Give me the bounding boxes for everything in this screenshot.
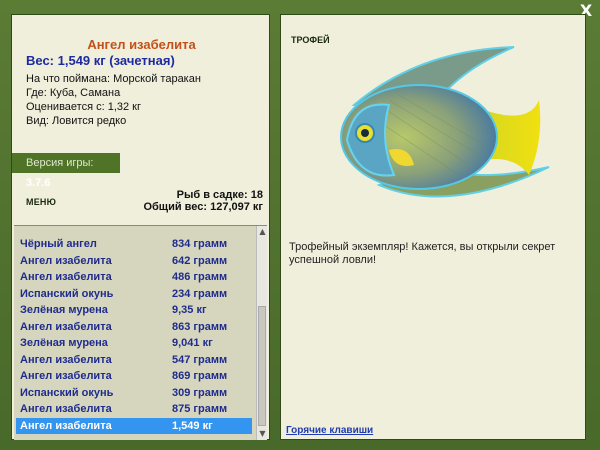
catch-row[interactable]: Ангел изабелита 875 грамм [16, 401, 252, 417]
fish-name: Ангел изабелита [87, 37, 196, 52]
catch-list: ▲ ▼ Чёрный ангел 834 грамм Ангел изабелита… [14, 225, 267, 440]
catch-fish-name: Зелёная мурена [20, 304, 108, 316]
hotkeys-link[interactable]: Горячие клавиши [286, 425, 373, 436]
catch-fish-name: Ангел изабелита [20, 353, 112, 366]
catch-fish-name: Ангел изабелита [20, 403, 112, 415]
arrow-down-icon[interactable]: ▼ [257, 428, 267, 440]
menu-label[interactable]: МЕНЮ [26, 197, 56, 207]
catch-row[interactable]: Ангел изабелита 547 грамм [16, 352, 252, 368]
version-label: Версия игры: [26, 157, 94, 169]
catch-fish-weight: 834 грамм [172, 238, 228, 250]
catch-fish-weight: 875 грамм [172, 403, 228, 415]
version-value: 3.7.6 [26, 177, 51, 189]
valued-info: Оценивается с: 1,32 кг [26, 101, 141, 113]
total-weight: Общий вес: 127,097 кг [143, 201, 263, 213]
catch-fish-weight: 234 грамм [172, 287, 228, 300]
scroll-thumb[interactable] [258, 306, 266, 426]
catch-fish-weight: 9,041 кг [172, 337, 213, 349]
list-scrollbar[interactable]: ▲ ▼ [256, 226, 267, 440]
trophy-panel: ТРОФЕЙ Трофейный экземпляр! Кажется, вы … [280, 14, 586, 440]
catch-row[interactable]: Зелёная мурена 9,35 кг [16, 302, 252, 318]
catch-fish-name: Испанский окунь [20, 287, 114, 300]
catch-row[interactable]: Испанский окунь 234 грамм [16, 286, 252, 302]
cage-stats: Рыб в садке: 18 Общий вес: 127,097 кг [143, 189, 263, 213]
arrow-up-icon[interactable]: ▲ [257, 226, 267, 238]
bait-info: На что поймана: Морской таракан [26, 73, 201, 85]
catch-fish-name: Ангел изабелита [20, 254, 112, 267]
catch-fish-weight: 1,549 кг [172, 419, 213, 432]
catch-fish-name: Зелёная мурена [20, 337, 108, 349]
catch-row[interactable]: Чёрный ангел 834 грамм [16, 236, 252, 252]
version-bar: Версия игры: 3.7.6 [12, 153, 120, 189]
fish-info-panel: Ангел изабелита Вес: 1,549 кг (зачетная)… [11, 14, 270, 440]
catch-row[interactable]: Ангел изабелита 869 грамм [16, 368, 252, 384]
location-info: Где: Куба, Самана [26, 87, 121, 99]
catch-fish-name: Ангел изабелита [20, 370, 112, 382]
catch-row[interactable]: Ангел изабелита 642 грамм [16, 253, 252, 269]
trophy-description: Трофейный экземпляр! Кажется, вы открыли… [289, 241, 556, 266]
fish-weight: Вес: 1,549 кг (зачетная) [26, 53, 175, 68]
catch-fish-weight: 486 грамм [172, 271, 228, 283]
catch-fish-weight: 863 грамм [172, 320, 228, 333]
catch-fish-name: Чёрный ангел [20, 238, 97, 250]
catch-row[interactable]: Ангел изабелита 1,549 кг [16, 417, 252, 434]
trophy-label: ТРОФЕЙ [291, 35, 330, 45]
fish-count: Рыб в садке: 18 [176, 189, 263, 201]
catch-row[interactable]: Ангел изабелита 486 грамм [16, 269, 252, 285]
catch-fish-weight: 547 грамм [172, 353, 228, 366]
catch-row[interactable]: Ангел изабелита 863 грамм [16, 319, 252, 335]
catch-fish-weight: 309 грамм [172, 386, 228, 399]
catch-row[interactable]: Испанский окунь 309 грамм [16, 385, 252, 401]
catch-fish-name: Ангел изабелита [20, 271, 112, 283]
catch-row[interactable]: Зелёная мурена 9,041 кг [16, 335, 252, 351]
catch-fish-name: Ангел изабелита [20, 419, 112, 432]
catch-fish-weight: 869 грамм [172, 370, 228, 382]
catch-fish-name: Испанский окунь [20, 386, 114, 399]
rarity-info: Вид: Ловится редко [26, 115, 127, 127]
catch-fish-weight: 642 грамм [172, 254, 228, 267]
catch-fish-weight: 9,35 кг [172, 304, 207, 316]
angelfish-image [340, 46, 550, 198]
catch-fish-name: Ангел изабелита [20, 320, 112, 333]
